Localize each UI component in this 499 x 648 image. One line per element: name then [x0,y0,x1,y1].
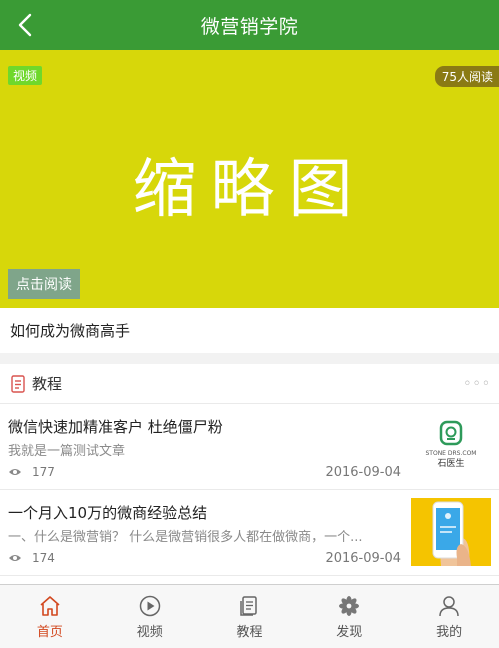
article-desc: 一、什么是微营销？ 什么是微营销很多人都在做微商，一个... [8,530,363,545]
user-icon [439,596,459,617]
video-tag-badge: 视频 [8,66,43,85]
back-button[interactable] [8,8,42,42]
tab-label: 视频 [136,625,163,640]
eye-icon [9,555,21,561]
article-date: 2016-09-04 [325,465,401,480]
article-title: 微信快速加精准客户 杜绝僵尸粉 [8,418,223,436]
page-title: 微营销学院 [200,15,299,38]
view-count: 177 [32,465,55,479]
tab-home[interactable]: 首页 [0,585,100,648]
read-now-button[interactable]: 点击阅读 [8,269,80,299]
tab-label: 首页 [36,625,63,640]
article-views: 174 [8,551,55,565]
app-header: 微营销学院 [0,0,499,50]
tab-label: 发现 [336,625,363,640]
app-root: 微营销学院 视频 75人阅读 缩略图 点击阅读 如何成为微商高手 教程 ◦◦◦ … [0,0,499,648]
view-count: 174 [32,551,55,565]
svg-text:石医生: 石医生 [437,457,464,469]
tab-label: 我的 [436,625,463,640]
article-desc: 我就是一篇测试文章 [8,444,126,459]
tab-tutorial[interactable]: 教程 [200,585,300,648]
phone-in-hand-image [411,498,491,566]
document-icon [240,596,258,616]
bottom-tab-bar: 首页 视频 教程 发现 我的 [0,584,499,648]
home-icon [40,596,60,616]
hero-caption[interactable]: 如何成为微商高手 [0,308,499,353]
section-header: 教程 ◦◦◦ [0,364,499,404]
tab-profile[interactable]: 我的 [399,585,499,648]
tab-label: 教程 [236,625,263,640]
play-icon [139,595,160,617]
document-list-icon [10,374,26,393]
tutorial-section: 教程 ◦◦◦ 微信快速加精准客户 杜绝僵尸粉 我就是一篇测试文章 177 201… [0,364,499,584]
tab-discover[interactable]: 发现 [299,585,399,648]
flower-icon [339,596,360,616]
article-title: 一个月入10万的微商经验总结 [8,504,208,522]
featured-hero[interactable]: 视频 75人阅读 缩略图 点击阅读 [0,50,499,308]
article-thumbnail [411,498,491,566]
section-title: 教程 [32,375,63,393]
eye-icon [9,469,21,475]
more-button[interactable]: ◦◦◦ [463,376,491,392]
article-date: 2016-09-04 [325,551,401,566]
article-item[interactable]: 微信快速加精准客户 杜绝僵尸粉 我就是一篇测试文章 177 2016-09-04… [0,404,499,490]
article-views: 177 [8,465,55,479]
stone-doctor-logo: STONE DRS.COM 石医生 [411,412,491,480]
svg-text:STONE DRS.COM: STONE DRS.COM [426,450,477,457]
article-thumbnail: STONE DRS.COM 石医生 [411,412,491,480]
thumbnail-placeholder: 缩略图 [132,153,367,227]
article-item[interactable]: 一个月入10万的微商经验总结 一、什么是微营销？ 什么是微营销很多人都在做微商，… [0,490,499,576]
tab-video[interactable]: 视频 [100,585,200,648]
chevron-left-icon [18,13,32,37]
reader-count-badge: 75人阅读 [434,66,499,87]
